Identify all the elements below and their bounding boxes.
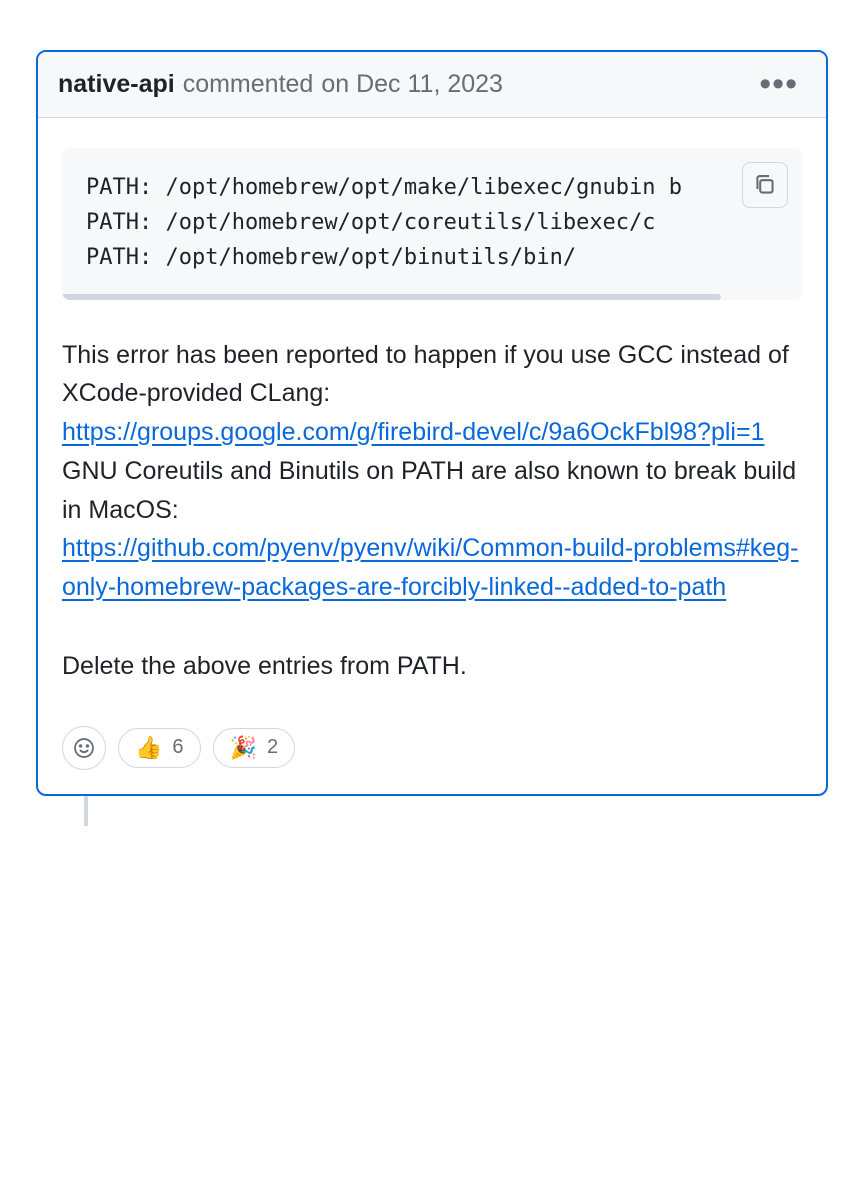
comment-text: This error has been reported to happen i…	[62, 341, 789, 408]
thumbsup-icon: 👍	[135, 735, 162, 761]
comment-body: PATH: /opt/homebrew/opt/make/libexec/gnu…	[38, 118, 826, 794]
comment-paragraph: Delete the above entries from PATH.	[62, 647, 802, 686]
comment-header-meta: native-api commented on Dec 11, 2023	[58, 70, 503, 99]
reaction-thumbsup[interactable]: 👍 6	[118, 728, 201, 768]
reactions-bar: 👍 6 🎉 2	[62, 726, 802, 770]
kebab-menu-icon[interactable]: •••	[751, 72, 806, 97]
code-line: PATH: /opt/homebrew/opt/coreutils/libexe…	[86, 210, 656, 235]
comment-timestamp[interactable]: on Dec 11, 2023	[321, 70, 503, 99]
external-link[interactable]: https://github.com/pyenv/pyenv/wiki/Comm…	[62, 534, 798, 601]
comment-action: commented	[183, 70, 314, 99]
external-link[interactable]: https://groups.google.com/g/firebird-dev…	[62, 418, 764, 446]
comment-paragraph: This error has been reported to happen i…	[62, 336, 802, 607]
horizontal-scrollbar[interactable]	[62, 294, 721, 300]
code-line: PATH: /opt/homebrew/opt/make/libexec/gnu…	[86, 175, 682, 200]
tada-icon: 🎉	[230, 735, 257, 761]
comment-author[interactable]: native-api	[58, 70, 175, 99]
comment-card: native-api commented on Dec 11, 2023 •••…	[36, 50, 828, 796]
comment-header: native-api commented on Dec 11, 2023 •••	[38, 52, 826, 118]
timeline-connector	[84, 796, 88, 826]
copy-icon	[754, 174, 776, 196]
add-reaction-button[interactable]	[62, 726, 106, 770]
code-content: PATH: /opt/homebrew/opt/make/libexec/gnu…	[62, 148, 802, 294]
smiley-icon	[73, 737, 95, 759]
comment-text: GNU Coreutils and Binutils on PATH are a…	[62, 457, 796, 524]
reaction-tada[interactable]: 🎉 2	[213, 728, 296, 768]
code-block: PATH: /opt/homebrew/opt/make/libexec/gnu…	[62, 148, 802, 300]
copy-button[interactable]	[742, 162, 788, 208]
reaction-count: 6	[172, 736, 183, 759]
reaction-count: 2	[267, 736, 278, 759]
code-line: PATH: /opt/homebrew/opt/binutils/bin/	[86, 245, 576, 270]
